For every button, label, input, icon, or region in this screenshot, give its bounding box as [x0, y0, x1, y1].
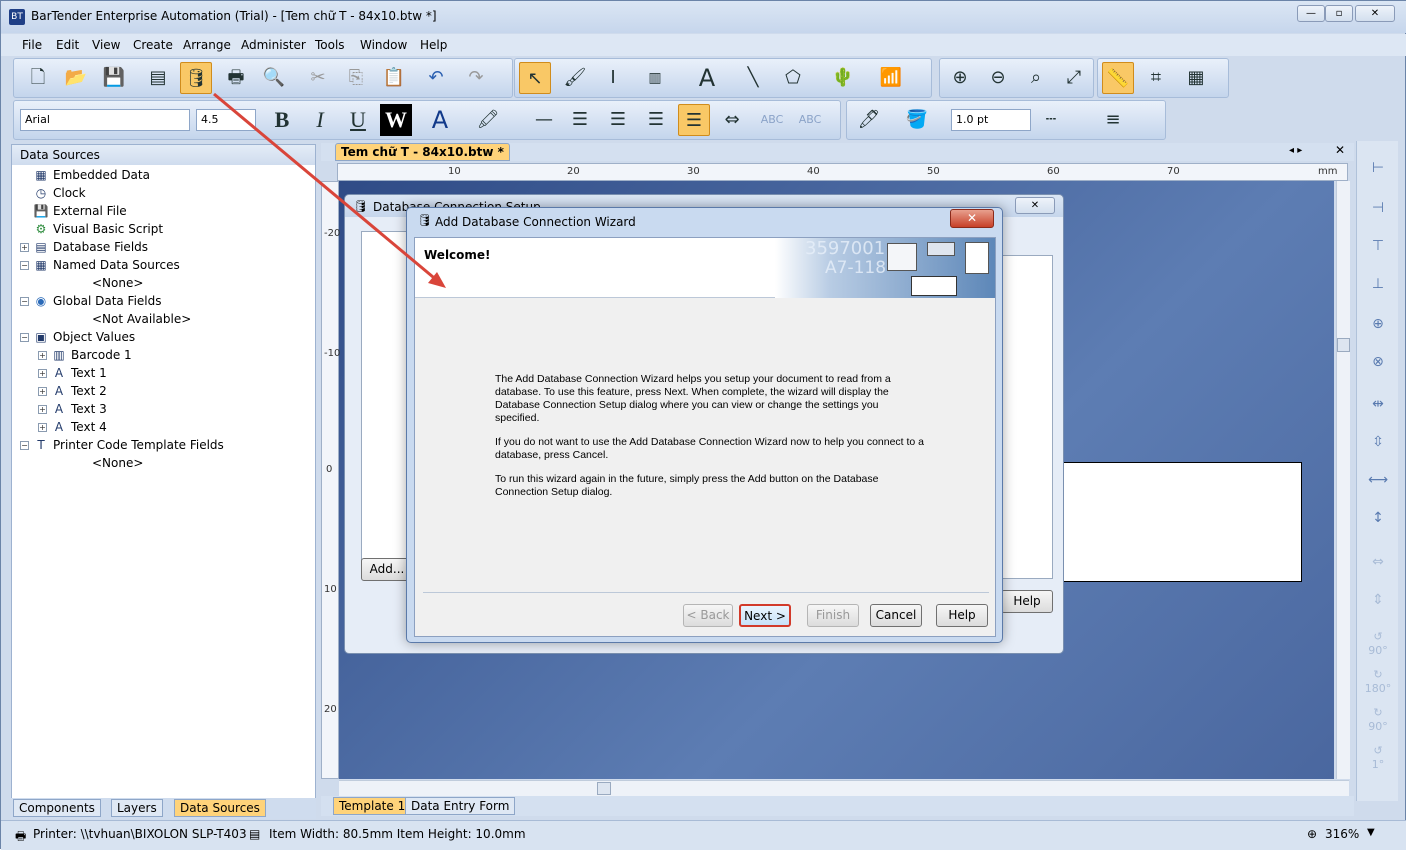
annotation-arrow [213, 92, 446, 288]
printer-status: Printer: \\tvhuan\BIXOLON SLP-T403 [33, 827, 247, 841]
zoom-dropdown-icon[interactable]: ▼ [1367, 827, 1375, 838]
item-size-icon: ▤ [249, 827, 261, 841]
app-window: BT BarTender Enterprise Automation (Tria… [0, 0, 1406, 850]
zoom-level[interactable]: 316% [1325, 827, 1359, 841]
item-size-status: Item Width: 80.5mm Item Height: 10.0mm [269, 827, 526, 841]
printer-icon: 🖶 [15, 829, 27, 843]
status-bar: 🖶 Printer: \\tvhuan\BIXOLON SLP-T403 ▤ I… [1, 820, 1406, 850]
zoom-icon: ⊕ [1307, 827, 1318, 841]
